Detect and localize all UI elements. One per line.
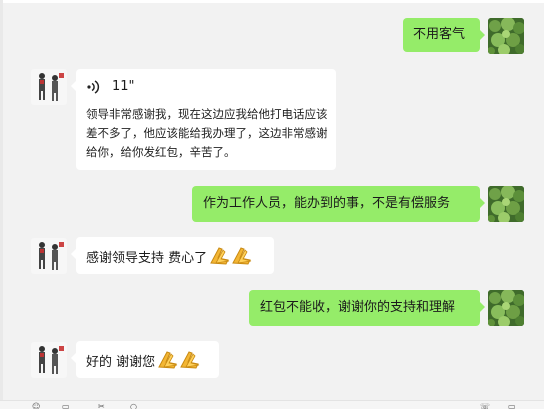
message-bubble-outgoing[interactable]: 红包不能收，谢谢你的支持和理解 xyxy=(249,290,485,326)
voice-message-bubble[interactable]: 11" 领导非常感谢我，现在这边应我给他打电话应该差不多了，他应该能给我办理了，… xyxy=(71,69,336,170)
voice-wave-icon[interactable] xyxy=(86,79,100,95)
message-text: 好的 谢谢您 xyxy=(86,354,156,370)
top-strip xyxy=(0,0,544,3)
scissors-icon[interactable]: ✂ xyxy=(98,402,105,409)
message-text: 作为工作人员，能办到的事，不是有偿服务 xyxy=(203,196,451,211)
message-bubble-outgoing[interactable]: 作为工作人员，能办到的事，不是有偿服务 xyxy=(192,186,485,222)
voice-transcript: 领导非常感谢我，现在这边应我给他打电话应该差不多了，他应该能给我办理了，这边非常… xyxy=(86,107,328,159)
emoji-icon[interactable]: ☺ xyxy=(32,402,40,409)
folder-icon[interactable]: ▭ xyxy=(62,402,70,409)
self-avatar[interactable] xyxy=(488,290,524,326)
message-bubble-incoming[interactable]: 感谢领导支持 费心了 xyxy=(71,237,274,274)
message-text: 不用客气 xyxy=(413,27,466,42)
contact-avatar[interactable] xyxy=(31,69,67,105)
contact-avatar[interactable] xyxy=(31,238,67,274)
message-bubble-outgoing[interactable]: 不用客气 xyxy=(403,18,485,52)
message-text: 红包不能收，谢谢你的支持和理解 xyxy=(260,300,456,315)
message-bubble-incoming[interactable]: 好的 谢谢您 xyxy=(71,341,219,378)
folded-hands-icon xyxy=(157,349,203,375)
voice-duration: 11" xyxy=(112,79,135,94)
video-icon[interactable]: ▭ xyxy=(508,402,516,409)
chat-icon[interactable]: ○ xyxy=(130,402,137,409)
left-border xyxy=(0,0,3,409)
message-text: 感谢领导支持 费心了 xyxy=(86,250,208,266)
folded-hands-icon xyxy=(209,245,255,271)
phone-icon[interactable]: ☏ xyxy=(480,402,490,409)
self-avatar[interactable] xyxy=(488,186,524,222)
contact-avatar[interactable] xyxy=(31,342,67,378)
self-avatar[interactable] xyxy=(488,18,524,54)
input-toolbar: ☺ ▭ ✂ ○ ☏ ▭ xyxy=(0,400,544,409)
